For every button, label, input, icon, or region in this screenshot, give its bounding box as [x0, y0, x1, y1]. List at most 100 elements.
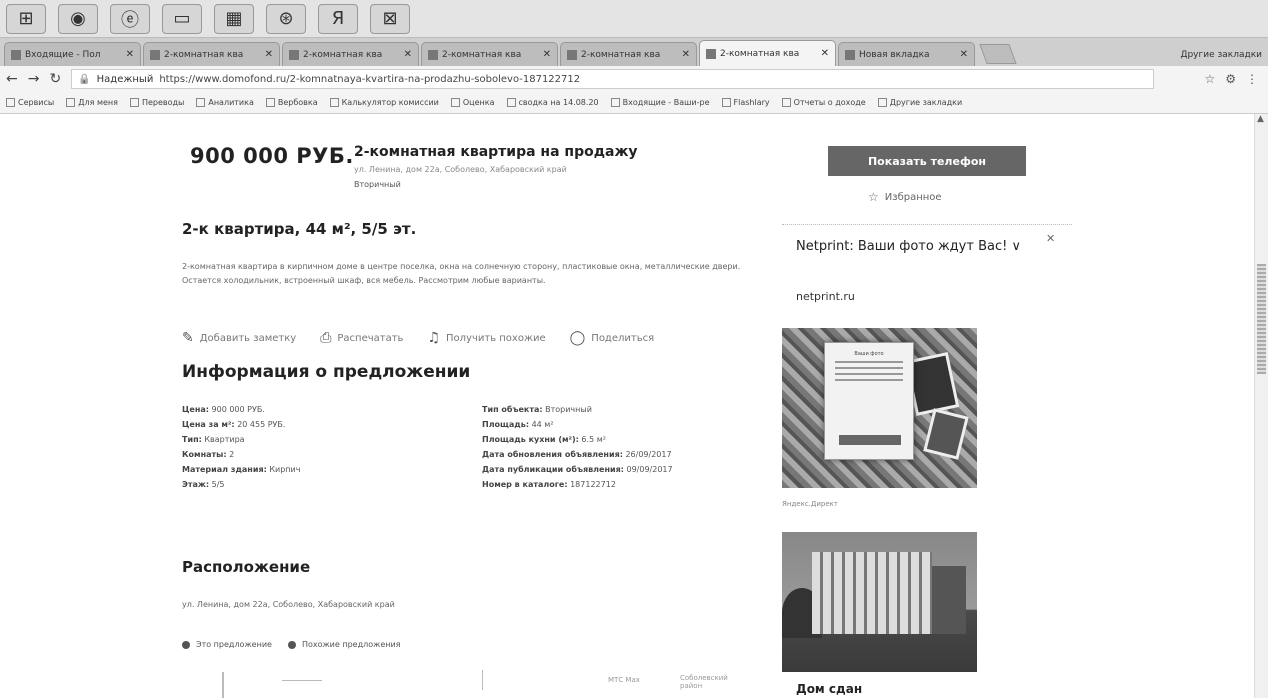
folder-icon[interactable]: ▭ [162, 3, 202, 34]
tab-favicon-icon [567, 49, 577, 60]
bookmark-label: Переводы [141, 98, 185, 107]
info-value: 20 455 РУБ. [237, 420, 286, 429]
show-phone-button[interactable]: Показать телефон [828, 146, 1026, 176]
address-bar: ← → ↻ 🔒 Надежный https://www.domofond.ru… [0, 66, 1268, 92]
bookmark-item[interactable]: Сервисы [6, 98, 54, 107]
info-key: Этаж: [182, 480, 210, 489]
map-tab-this[interactable]: Это предложение [182, 640, 272, 649]
browser-tab[interactable]: 2-комнатная ква ✕ [560, 42, 697, 66]
map-label: Соболевский район [680, 674, 728, 690]
get-similar-button[interactable]: ♫ Получить похожие [427, 330, 545, 346]
excel-icon[interactable]: ⊠ [370, 3, 410, 34]
info-value: Вторичный [545, 405, 592, 414]
action-label: Получить похожие [446, 332, 546, 344]
bookmark-item[interactable]: Отчеты о доходе [781, 98, 866, 107]
listing-type: Вторичный [354, 180, 401, 189]
bookmark-label: Другие закладки [889, 98, 963, 107]
close-icon[interactable]: ✕ [265, 49, 273, 60]
ad-domain[interactable]: netprint.ru [796, 290, 855, 303]
bookmark-item[interactable]: Вербовка [265, 98, 318, 107]
close-icon[interactable]: ✕ [682, 49, 690, 60]
bookmark-label: Сервисы [18, 98, 55, 107]
action-label: Распечатать [337, 332, 404, 344]
new-tab-button[interactable] [979, 44, 1017, 64]
close-icon[interactable]: ✕ [404, 49, 412, 60]
scroll-thumb[interactable] [1257, 264, 1266, 374]
info-row: Площадь кухни (м²): 6.5 м² [482, 432, 673, 447]
building [812, 552, 932, 634]
listing-description: 2-комнатная квартира в кирпичном доме в … [182, 262, 741, 285]
browser-tab[interactable]: 2-комнатная ква ✕ [282, 42, 419, 66]
info-row: Материал здания: Кирпич [182, 462, 300, 477]
listing-address[interactable]: ул. Ленина, дом 22а, Соболево, Хабаровск… [354, 165, 567, 174]
favorite-button[interactable]: ☆ Избранное [868, 190, 942, 204]
scroll-up-icon[interactable]: ▲ [1257, 114, 1264, 124]
url-input[interactable]: 🔒 Надежный https://www.domofond.ru/2-kom… [71, 69, 1155, 89]
tab-favicon-icon [289, 49, 299, 60]
forward-arrow-icon[interactable]: → [28, 71, 40, 87]
close-icon[interactable]: ✕ [543, 49, 551, 60]
info-key: Цена: [182, 405, 209, 414]
browser-tab[interactable]: 2-комнатная ква ✕ [421, 42, 558, 66]
yandex-icon[interactable]: Я [318, 3, 358, 34]
ad-image[interactable]: Ваши фото [782, 328, 977, 488]
star-icon[interactable]: ☆ [1204, 72, 1215, 86]
bookmark-other[interactable]: Другие закладки [877, 98, 963, 107]
bookmark-item[interactable]: Flashlary [721, 98, 770, 107]
print-button[interactable]: ⎙ Распечатать [320, 330, 403, 346]
map[interactable]: МТС Мах Соболевский район [182, 666, 742, 698]
mail-icon [610, 98, 620, 107]
browser-tab[interactable]: 2-комнатная ква ✕ [143, 42, 280, 66]
bookmark-label: Отчеты о доходе [793, 98, 866, 107]
ie-icon[interactable]: ⓔ [110, 3, 150, 34]
info-key: Площадь кухни (м²): [482, 435, 579, 444]
map-tab-similar[interactable]: Похожие предложения [287, 640, 401, 649]
scrollbar[interactable]: ▲ [1254, 114, 1268, 698]
close-icon[interactable]: ✕ [821, 48, 829, 59]
info-row: Номер в каталоге: 187122712 [482, 477, 673, 492]
info-row: Тип: Квартира [182, 432, 300, 447]
ad-source[interactable]: Яндекс.Директ [782, 500, 838, 508]
location-heading: Расположение [182, 558, 311, 576]
share-button[interactable]: ◯ Поделиться [570, 330, 655, 346]
bookmark-item[interactable]: Для меня [66, 98, 118, 107]
reload-icon[interactable]: ↻ [49, 71, 61, 87]
pin-icon [182, 640, 190, 649]
tab-label: 2-комнатная ква [720, 48, 800, 59]
ad-headline[interactable]: Netprint: Ваши фото ждут Вас! ∨ [796, 238, 1036, 255]
info-key: Номер в каталоге: [482, 480, 568, 489]
media-icon[interactable]: ⊛ [266, 3, 306, 34]
info-value: 5/5 [211, 480, 225, 489]
bookmark-item[interactable]: Аналитика [196, 98, 254, 107]
close-icon[interactable]: ✕ [1046, 232, 1055, 245]
house-title: Дом сдан [796, 682, 863, 696]
close-icon[interactable]: ✕ [126, 49, 134, 60]
bookmark-label: Аналитика [208, 98, 254, 107]
popup-text: Ваши фото [854, 351, 884, 357]
taskbar: ⊞ ◉ ⓔ ▭ ▦ ⊛ Я ⊠ [0, 0, 1268, 38]
menu-icon[interactable]: ⋮ [1246, 72, 1258, 86]
back-arrow-icon[interactable]: ← [6, 71, 18, 87]
folder-icon [265, 98, 275, 107]
browser-tab-active[interactable]: 2-комнатная ква ✕ [699, 40, 836, 66]
info-value: Кирпич [269, 465, 301, 474]
bookmark-item[interactable]: сводка на 14.08.20 [506, 98, 599, 107]
house-image[interactable] [782, 532, 977, 672]
info-value: 6.5 м² [581, 435, 606, 444]
info-key: Тип объекта: [482, 405, 543, 414]
extension-icon[interactable]: ⚙ [1225, 72, 1236, 86]
windows-start-icon[interactable]: ⊞ [6, 3, 46, 34]
bookmark-item[interactable]: Оценка [450, 98, 495, 107]
browser-tab[interactable]: Входящие - Пол ✕ [4, 42, 141, 66]
add-note-button[interactable]: ✎ Добавить заметку [182, 330, 296, 346]
bookmark-label: сводка на 14.08.20 [518, 98, 599, 107]
tab-label: 2-комнатная ква [581, 49, 661, 60]
browser-tab[interactable]: Новая вкладка ✕ [838, 42, 975, 66]
info-row: Дата публикации объявления: 09/09/2017 [482, 462, 673, 477]
bookmark-item[interactable]: Калькулятор комиссии [329, 98, 439, 107]
close-icon[interactable]: ✕ [960, 49, 968, 60]
bookmark-item[interactable]: Входящие - Ваши-ре [610, 98, 710, 107]
calculator-icon[interactable]: ▦ [214, 3, 254, 34]
bookmark-item[interactable]: Переводы [129, 98, 185, 107]
chrome-icon[interactable]: ◉ [58, 3, 98, 34]
